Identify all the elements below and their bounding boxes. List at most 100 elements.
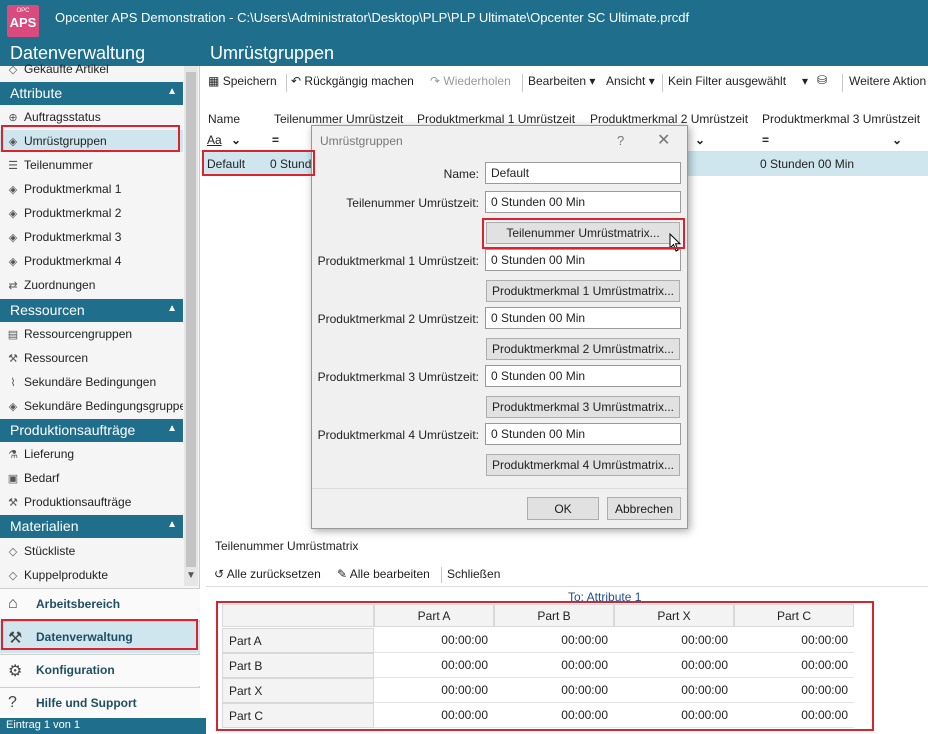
matrix-corner xyxy=(222,604,374,627)
sidebar-section-produktionsauftraege[interactable]: Produktionsaufträge ▲ xyxy=(0,419,183,442)
collapse-icon[interactable]: ▲ xyxy=(167,519,177,530)
redo-label: Wiederholen xyxy=(443,74,511,88)
tags-icon: ◈ xyxy=(8,136,18,148)
sidebar-item-lieferung[interactable]: ⚗ Lieferung xyxy=(0,443,183,465)
sidebar-item-zuordnungen[interactable]: ⇄ Zuordnungen xyxy=(0,274,183,296)
sidebar-section-attribute[interactable]: Attribute ▲ xyxy=(0,82,183,105)
sidebar-scroll-thumb[interactable] xyxy=(186,72,196,567)
nav-arbeitsbereich[interactable]: ⌂ Arbeitsbereich xyxy=(0,588,200,620)
column-header-pm3[interactable]: Produktmerkmal 3 Umrüstzeit xyxy=(762,112,920,126)
reset-all-button[interactable]: ↺ Alle zurücksetzen xyxy=(214,567,321,581)
matrix-cell[interactable]: 00:00:00 xyxy=(734,628,854,653)
close-matrix-button[interactable]: Schließen xyxy=(447,567,500,581)
pm1-matrix-button[interactable]: Produktmerkmal 1 Umrüstmatrix... xyxy=(486,280,680,302)
teil-label: Teilenummer Umrüstzeit: xyxy=(346,196,479,210)
ok-button[interactable]: OK xyxy=(527,497,599,520)
pm4-field[interactable]: 0 Stunden 00 Min xyxy=(485,423,681,445)
sidebar-item-produktionsauftraege[interactable]: ⚒ Produktionsaufträge xyxy=(0,491,183,513)
sidebar-item-auftragsstatus[interactable]: ⊕ Auftragsstatus xyxy=(0,106,183,128)
matrix-cell[interactable]: 00:00:00 xyxy=(494,653,614,678)
sidebar-section-ressourcen[interactable]: Ressourcen ▲ xyxy=(0,299,183,322)
sidebar-section-materialien[interactable]: Materialien ▲ xyxy=(0,515,183,538)
sidebar-item-sekundaere-bedingungen[interactable]: ⌇ Sekundäre Bedingungen xyxy=(0,371,183,393)
pm2-field[interactable]: 0 Stunden 00 Min xyxy=(485,307,681,329)
matrix-cell[interactable]: 00:00:00 xyxy=(734,678,854,703)
nav-hilfe-und-support[interactable]: ? Hilfe und Support xyxy=(0,687,200,719)
pm4-matrix-button[interactable]: Produktmerkmal 4 Umrüstmatrix... xyxy=(486,454,680,476)
matrix-cell[interactable]: 00:00:00 xyxy=(614,653,734,678)
filter-settings-icon[interactable]: ⛁ xyxy=(817,73,827,87)
scroll-down-icon[interactable]: ▼ xyxy=(185,570,197,581)
nav-datenverwaltung[interactable]: ⚒ Datenverwaltung xyxy=(0,621,200,653)
undo-button[interactable]: ↶ Rückgängig machen xyxy=(291,74,414,88)
undo-label: Rückgängig machen xyxy=(304,74,414,88)
matrix-cell[interactable]: 00:00:00 xyxy=(614,628,734,653)
filter-eq-cell[interactable]: = xyxy=(762,133,769,147)
matrix-cell[interactable]: 00:00:00 xyxy=(374,653,494,678)
filter-eq-cell[interactable]: = xyxy=(272,133,279,147)
teil-field[interactable]: 0 Stunden 00 Min xyxy=(485,191,681,213)
sidebar-item-produktmerkmal-3[interactable]: ◈ Produktmerkmal 3 xyxy=(0,226,183,248)
nav-konfiguration[interactable]: ⚙ Konfiguration xyxy=(0,654,200,686)
pm3-field[interactable]: 0 Stunden 00 Min xyxy=(485,365,681,387)
matrix-cell[interactable]: 00:00:00 xyxy=(734,653,854,678)
column-header-pm2[interactable]: Produktmerkmal 2 Umrüstzeit xyxy=(590,112,748,126)
redo-button[interactable]: ↷ Wiederholen xyxy=(430,74,511,88)
matrix-cell[interactable]: 00:00:00 xyxy=(374,628,494,653)
cell-pm3[interactable]: 0 Stunden 00 Min xyxy=(760,157,854,171)
column-header-name[interactable]: Name xyxy=(208,112,240,126)
cell-name[interactable]: Default xyxy=(207,157,245,171)
sidebar-item-label: Sekundäre Bedingungen xyxy=(24,375,157,389)
pm1-field[interactable]: 0 Stunden 00 Min xyxy=(485,249,681,271)
help-icon[interactable]: ? xyxy=(617,133,624,148)
collapse-icon[interactable]: ▲ xyxy=(167,303,177,314)
sidebar-item-kuppelprodukte[interactable]: ◇ Kuppelprodukte xyxy=(0,564,183,586)
column-header-teilenummer[interactable]: Teilenummer Umrüstzeit xyxy=(274,112,403,126)
sidebar-item-produktmerkmal-4[interactable]: ◈ Produktmerkmal 4 xyxy=(0,250,183,272)
list-icon: ☰ xyxy=(8,160,18,172)
sidebar-item-gekaufte-artikel[interactable]: ◇ Gekaufte Artikel xyxy=(0,62,183,76)
column-header-pm1[interactable]: Produktmerkmal 1 Umrüstzeit xyxy=(417,112,575,126)
tools-icon: ⚒ xyxy=(8,630,23,647)
chevron-down-icon[interactable]: ⌄ xyxy=(892,133,902,147)
name-field[interactable]: Default xyxy=(485,162,681,184)
nav-label: Arbeitsbereich xyxy=(36,597,121,611)
collapse-icon[interactable]: ▲ xyxy=(167,86,177,97)
matrix-cell[interactable]: 00:00:00 xyxy=(494,678,614,703)
filter-chevron-down-icon[interactable]: ▾ xyxy=(802,74,808,88)
teil-matrix-button[interactable]: Teilenummer Umrüstmatrix... xyxy=(486,222,680,244)
matrix-cell[interactable]: 00:00:00 xyxy=(374,678,494,703)
sidebar-item-produktmerkmal-2[interactable]: ◈ Produktmerkmal 2 xyxy=(0,202,183,224)
more-actions-button[interactable]: Weitere Aktion xyxy=(849,74,926,88)
sidebar-item-ressourcen[interactable]: ⚒ Ressourcen xyxy=(0,347,183,369)
sidebar-item-stueckliste[interactable]: ◇ Stückliste xyxy=(0,540,183,562)
edit-menu[interactable]: Bearbeiten ▾ xyxy=(528,74,595,88)
sidebar-item-sekundaere-bedingungsgruppe[interactable]: ◈ Sekundäre Bedingungsgruppe xyxy=(0,395,183,417)
matrix-cell[interactable]: 00:00:00 xyxy=(494,703,614,728)
pm3-matrix-button[interactable]: Produktmerkmal 3 Umrüstmatrix... xyxy=(486,396,680,418)
matrix-cell[interactable]: 00:00:00 xyxy=(614,703,734,728)
close-icon[interactable]: ✕ xyxy=(657,130,670,150)
sidebar-item-produktmerkmal-1[interactable]: ◈ Produktmerkmal 1 xyxy=(0,178,183,200)
chevron-down-icon[interactable]: ⌄ xyxy=(695,133,705,147)
filter-text-cell[interactable]: Aa xyxy=(207,133,222,147)
group-icon: ▤ xyxy=(7,329,19,341)
sidebar-item-teilenummer[interactable]: ☰ Teilenummer xyxy=(0,154,183,176)
sidebar-item-umruestgruppen[interactable]: ◈ Umrüstgruppen xyxy=(0,130,183,152)
cancel-button[interactable]: Abbrechen xyxy=(607,497,681,520)
matrix-cell[interactable]: 00:00:00 xyxy=(614,678,734,703)
pm2-matrix-button[interactable]: Produktmerkmal 2 Umrüstmatrix... xyxy=(486,338,680,360)
chevron-down-icon[interactable]: ⌄ xyxy=(231,133,241,147)
collapse-icon[interactable]: ▲ xyxy=(167,423,177,434)
filter-dropdown[interactable]: Kein Filter ausgewählt xyxy=(668,74,786,88)
view-menu[interactable]: Ansicht ▾ xyxy=(606,74,655,88)
cube-icon: ◇ xyxy=(8,64,18,76)
matrix-cell[interactable]: 00:00:00 xyxy=(494,628,614,653)
matrix-cell[interactable]: 00:00:00 xyxy=(734,703,854,728)
sidebar-item-label: Produktionsaufträge xyxy=(24,495,132,509)
matrix-cell[interactable]: 00:00:00 xyxy=(374,703,494,728)
sidebar-item-ressourcengruppen[interactable]: ▤ Ressourcengruppen xyxy=(0,323,183,345)
edit-all-button[interactable]: ✎ Alle bearbeiten xyxy=(337,567,430,581)
sidebar-item-bedarf[interactable]: ▣ Bedarf xyxy=(0,467,183,489)
save-button[interactable]: ▦ Speichern xyxy=(208,74,277,88)
